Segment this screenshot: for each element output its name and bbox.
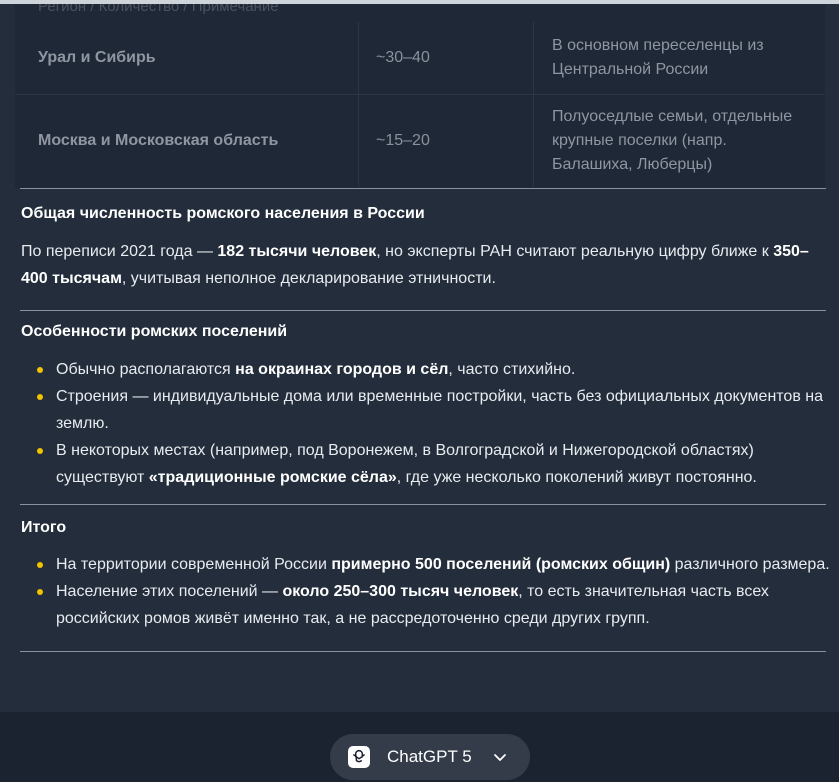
openai-logo-icon [348, 746, 370, 768]
summary-list: На территории современной России примерн… [0, 551, 839, 632]
note-line: В основном переселенцы из [552, 37, 764, 54]
section-title-summary: Итого [21, 519, 67, 536]
section-divider [20, 310, 826, 311]
answer-content: Общая численность ромского населения в Р… [0, 188, 839, 652]
section-title-features: Особенности ромских поселений [21, 323, 288, 340]
text-run: , где уже несколько поколений живут пост… [396, 469, 757, 486]
text-run: На территории современной России [56, 556, 332, 573]
bold-run: около 250–300 тысяч человек [282, 583, 519, 600]
list-item: На территории современной России примерн… [21, 551, 836, 578]
list-item: Строения — индивидуальные дома или време… [21, 383, 836, 437]
text-run: Население этих поселений — [56, 583, 283, 600]
chat-page: Регион / Количество / Примечание Урал и … [0, 0, 839, 782]
note-line: Полуоседлые семьи, отдельные [552, 108, 793, 125]
features-list: Обычно располагаются на окраинах городов… [0, 356, 839, 491]
bold-run: примерно 500 поселений (ромских общин) [331, 556, 671, 573]
table-row: Москва и Московская область ~15–20 Полуо… [15, 95, 825, 187]
section-divider [20, 504, 826, 505]
text-run: , учитывая неполное декларирование этнич… [121, 270, 496, 287]
bold-run: «традиционные ромские сёла» [148, 469, 397, 486]
list-item: Население этих поселений — около 250–300… [21, 578, 836, 632]
chevron-down-icon [492, 749, 508, 765]
table-row: Урал и Сибирь ~30–40 В основном переселе… [15, 22, 825, 95]
region-cell: Москва и Московская область [38, 132, 279, 149]
list-item: В некоторых местах (например, под Вороне… [21, 437, 836, 491]
text-run: Обычно располагаются [56, 361, 236, 378]
regions-table: Регион / Количество / Примечание Урал и … [15, 4, 825, 188]
region-cell: Урал и Сибирь [38, 49, 156, 66]
text-run: , но эксперты РАН считают реальную цифру… [376, 243, 774, 260]
bottom-bar: ChatGPT 5 [0, 712, 839, 782]
section-title-total: Общая численность ромского населения в Р… [21, 205, 425, 222]
note-cell: Полуоседлые семьи, отдельные крупные пос… [533, 95, 825, 187]
text-run: , часто стихийно. [448, 361, 576, 378]
model-selector-button[interactable]: ChatGPT 5 [330, 734, 530, 780]
count-cell: ~30–40 [358, 22, 533, 94]
note-line: крупные поселки (напр. [552, 132, 727, 149]
text-run: По переписи 2021 года — [21, 243, 218, 260]
list-item: Обычно располагаются на окраинах городов… [21, 356, 836, 383]
note-line: Центральной России [552, 61, 709, 78]
note-cell: В основном переселенцы из Центральной Ро… [533, 22, 825, 94]
model-name: ChatGPT 5 [387, 747, 472, 766]
total-paragraph: По переписи 2021 года — 182 тысячи челов… [21, 238, 827, 292]
bold-run: на окраинах городов и сёл [235, 361, 449, 378]
note-line: Балашиха, Люберцы) [552, 156, 713, 173]
bold-run: 182 тысячи человек [217, 243, 377, 260]
section-divider [20, 651, 826, 652]
section-divider [20, 188, 826, 189]
text-run: различного размера. [670, 556, 830, 573]
count-cell: ~15–20 [358, 95, 533, 187]
table-faded-heading: Регион / Количество / Примечание [38, 4, 279, 15]
